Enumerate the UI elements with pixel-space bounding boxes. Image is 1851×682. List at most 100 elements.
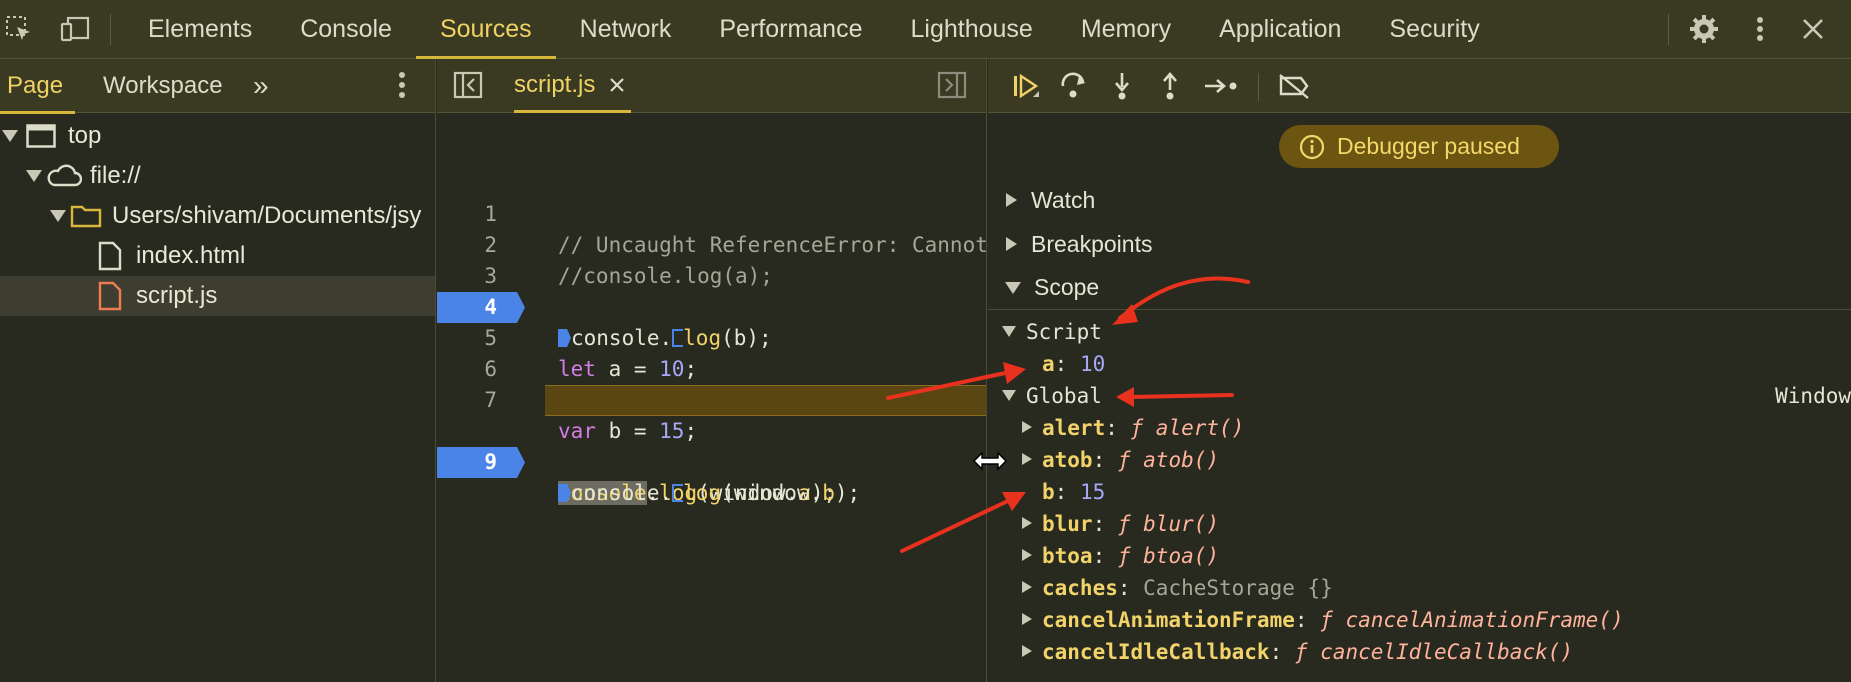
close-icon[interactable] [1798, 14, 1828, 44]
breakpoint-marker[interactable]: 9 [437, 447, 525, 478]
variable-name: blur [1042, 512, 1093, 536]
scope-variable-btoa[interactable]: btoa: ƒ btoa() [988, 540, 1851, 572]
variable-value: 10 [1079, 352, 1106, 376]
tree-item-folder[interactable]: Users/shivam/Documents/jsy [0, 196, 435, 236]
inspect-element-icon[interactable] [4, 14, 34, 44]
devtools-main-toolbar: Elements Console Sources Network Perform… [0, 0, 1851, 59]
line-number[interactable]: 9 [437, 447, 513, 478]
editor-file-tab[interactable]: script.js [514, 59, 632, 113]
deactivate-breakpoints-icon[interactable] [1274, 68, 1314, 104]
resume-icon[interactable] [1008, 68, 1044, 104]
toggle-debugger-icon[interactable] [937, 71, 967, 104]
scope-group-label: Global [1026, 384, 1102, 408]
code-line[interactable]: 4 console. log(b); [437, 261, 986, 350]
device-toolbar-icon[interactable] [60, 14, 90, 44]
watch-section-header[interactable]: Watch [988, 178, 1851, 222]
code-line[interactable]: 5 let a = 10; [437, 292, 986, 381]
scope-variable-atob[interactable]: atob: ƒ atob() [988, 444, 1851, 476]
scope-variable-blur[interactable]: blur: ƒ blur() [988, 508, 1851, 540]
tab-application[interactable]: Application [1195, 0, 1365, 58]
scope-variable-caches[interactable]: caches: CacheStorage {} [988, 572, 1851, 604]
settings-gear-icon[interactable] [1689, 14, 1719, 44]
file-icon [98, 241, 122, 271]
step-into-icon[interactable] [1104, 68, 1140, 104]
variable-name: a [1042, 352, 1055, 376]
expand-triangle-icon[interactable] [1022, 549, 1032, 561]
inline-breakpoint-icon[interactable] [558, 484, 571, 502]
tree-item-label: index.html [136, 242, 246, 269]
variable-value: 15 [1079, 480, 1106, 504]
step-icon[interactable] [1202, 68, 1242, 104]
code-line[interactable]: 2 //console.log(a); [437, 199, 986, 288]
expand-triangle-icon[interactable] [1006, 193, 1017, 207]
code-line[interactable]: 6 console.log(a); [437, 323, 986, 412]
step-over-icon[interactable] [1056, 68, 1092, 104]
inline-breakpoint-icon[interactable] [672, 484, 684, 502]
info-icon [1299, 134, 1325, 160]
tree-item-origin[interactable]: file:// [0, 156, 435, 196]
scope-global-group[interactable]: Global Window [988, 380, 1851, 412]
debugger-controls [988, 59, 1851, 113]
tab-lighthouse[interactable]: Lighthouse [886, 0, 1056, 58]
scope-section-header[interactable]: Scope [988, 266, 1851, 310]
tab-network[interactable]: Network [556, 0, 696, 58]
variable-name: cancelAnimationFrame [1042, 608, 1295, 632]
scope-variable-alert[interactable]: alert: ƒ alert() [988, 412, 1851, 444]
execution-highlight [545, 385, 986, 416]
tree-item-label: Users/shivam/Documents/jsy [112, 202, 422, 229]
tab-console[interactable]: Console [276, 0, 416, 58]
frame-icon [26, 124, 56, 148]
tab-sources[interactable]: Sources [415, 0, 556, 59]
scope-variable-cancelidlecallback[interactable]: cancelIdleCallback: ƒ cancelIdleCallback… [988, 636, 1851, 668]
tree-item-index-html[interactable]: index.html [0, 236, 435, 276]
expand-triangle-icon[interactable] [26, 170, 42, 182]
toggle-navigator-icon[interactable] [453, 71, 483, 104]
more-vert-icon[interactable] [1745, 14, 1775, 44]
tab-security[interactable]: Security [1365, 0, 1503, 58]
expand-triangle-icon[interactable] [1022, 581, 1032, 593]
expand-triangle-icon[interactable] [1006, 237, 1017, 251]
expand-triangle-icon[interactable] [50, 210, 66, 222]
tree-item-top[interactable]: top [0, 116, 435, 156]
code-line[interactable]: 7 var b = 15; [437, 354, 986, 443]
resize-cursor-icon[interactable] [972, 450, 1008, 472]
current-execution-line[interactable]: 8 console.log(window.a); [437, 385, 986, 505]
folder-icon [70, 204, 102, 228]
collapse-triangle-icon[interactable] [1002, 390, 1016, 401]
tab-page[interactable]: Page [0, 59, 76, 114]
expand-triangle-icon[interactable] [1022, 613, 1032, 625]
expand-triangle-icon[interactable] [1022, 421, 1032, 433]
code-line[interactable]: 1 // Uncaught ReferenceError: Cannot acc… [437, 168, 986, 257]
variable-name: b [1042, 480, 1055, 504]
tab-workspace[interactable]: Workspace [103, 59, 223, 113]
scope-variable-a[interactable]: a: 10 [988, 348, 1851, 380]
step-out-icon[interactable] [1152, 68, 1188, 104]
expand-triangle-icon[interactable] [1022, 517, 1032, 529]
paused-label: Debugger paused [1337, 133, 1520, 159]
close-tab-icon[interactable] [609, 77, 625, 93]
code-editor: script.js 1 // Uncaught ReferenceError: … [437, 59, 987, 682]
code-line[interactable]: 3 [437, 230, 986, 288]
js-file-icon [98, 281, 122, 311]
expand-triangle-icon[interactable] [2, 130, 18, 142]
scope-variable-cancelanimationframe[interactable]: cancelAnimationFrame: ƒ cancelAnimationF… [988, 604, 1851, 636]
code-line[interactable]: 9 console. log(window.b); [437, 416, 986, 505]
paused-status-area: Debugger paused [988, 113, 1851, 178]
expand-triangle-icon[interactable] [1022, 645, 1032, 657]
expand-triangle-icon[interactable] [1022, 453, 1032, 465]
collapse-triangle-icon[interactable] [1002, 326, 1016, 337]
editor-file-tab-label: script.js [514, 70, 596, 98]
breakpoints-section-header[interactable]: Breakpoints [988, 222, 1851, 266]
tab-performance[interactable]: Performance [695, 0, 886, 58]
tree-item-script-js[interactable]: script.js [0, 276, 435, 316]
code-text: console. log(window.b); [558, 478, 860, 509]
scope-variable-b[interactable]: b: 15 [988, 476, 1851, 508]
tab-memory[interactable]: Memory [1057, 0, 1195, 58]
more-tabs-chevron-icon[interactable]: » [253, 59, 269, 113]
more-vert-icon[interactable] [398, 71, 406, 104]
scope-script-group[interactable]: Script [988, 316, 1851, 348]
variable-value: ƒ cancelIdleCallback() [1294, 640, 1574, 664]
variable-name: alert [1042, 416, 1106, 440]
tab-elements[interactable]: Elements [124, 0, 276, 58]
collapse-triangle-icon[interactable] [1005, 281, 1021, 294]
